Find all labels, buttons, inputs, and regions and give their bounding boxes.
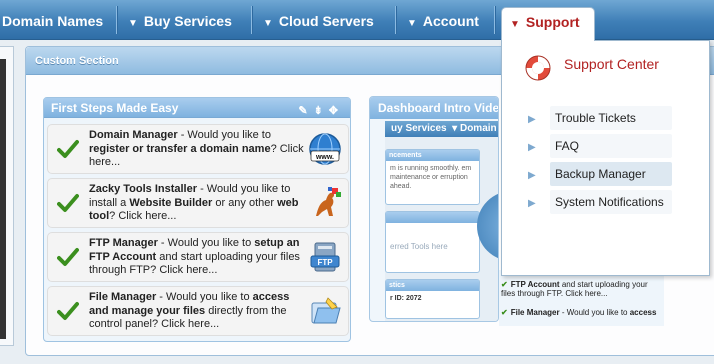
step-desc-mid: or any other (212, 196, 278, 209)
check-icon: ✔ (501, 280, 508, 289)
nav-cloud-servers[interactable]: ▼ Cloud Servers (263, 8, 374, 34)
nav-divider (395, 6, 396, 34)
mini-panel-text: erred Tools here (390, 242, 448, 251)
first-steps-panel: First Steps Made Easy ✎⇟✥ Domain Manager… (43, 97, 351, 342)
step-desc: - Would you like to (177, 129, 271, 141)
mini-nav: uy Services ▾ Domain (385, 121, 498, 137)
menu-item-trouble-tickets[interactable]: ▶ Trouble Tickets (528, 106, 673, 130)
mini-nav-label: uy Services (391, 123, 447, 134)
mini-panel-text: r ID: 2072 (390, 295, 422, 302)
lifebuoy-icon (525, 55, 551, 81)
support-center-link[interactable]: Support Center (564, 56, 659, 72)
step-name: FTP Manager (89, 237, 158, 249)
first-steps-title: First Steps Made Easy (51, 101, 179, 115)
step-domain-manager[interactable]: Domain Manager - Would you like to regis… (47, 124, 349, 174)
nav-domain-names[interactable]: Domain Names (2, 8, 103, 34)
triangle-right-icon: ▶ (528, 142, 536, 153)
ftp-server-icon: FTP (310, 242, 340, 272)
step-text: Domain Manager - Would you like to regis… (89, 129, 309, 170)
preview-highlight-2: access (629, 308, 657, 317)
menu-item-label: Trouble Tickets (550, 106, 672, 130)
nav-buy-services-label: Buy Services (143, 13, 232, 29)
video-thumbnail[interactable]: uy Services ▾ Domain ncements m is runni… (385, 121, 498, 321)
step-desc-end: ? Click here... (109, 210, 177, 222)
check-icon (57, 302, 79, 320)
menu-item-system-notifications[interactable]: ▶ System Notifications (528, 190, 673, 214)
preview-highlight: FTP Account (510, 280, 560, 289)
triangle-right-icon: ▶ (528, 198, 536, 209)
play-button-icon[interactable] (477, 191, 498, 261)
chevron-down-icon: ▼ (510, 19, 520, 30)
mini-announcements-panel: ncements m is running smoothly. em maint… (385, 149, 480, 205)
move-icon[interactable]: ✥ (329, 105, 344, 117)
panel-tools: ✎⇟✥ (298, 101, 344, 121)
nav-support-label: Support (525, 14, 580, 30)
svg-text:www.: www. (315, 154, 334, 161)
menu-item-backup-manager[interactable]: ▶ Backup Manager (528, 162, 673, 186)
mini-stats-panel: stics r ID: 2072 (385, 279, 480, 319)
top-navigation: Domain Names ▼ Buy Services ▼ Cloud Server… (0, 0, 714, 40)
nav-divider (116, 6, 117, 34)
left-partial-panel (0, 46, 14, 346)
svg-text:FTP: FTP (317, 258, 333, 267)
chevron-down-icon: ▼ (128, 18, 138, 29)
step-text: Zacky Tools Installer - Would you like t… (89, 183, 309, 224)
nav-divider (494, 6, 495, 34)
step-name: File Manager (89, 291, 157, 303)
left-partial-image (0, 59, 6, 339)
check-icon (57, 248, 79, 266)
nav-divider (251, 6, 252, 34)
mini-tools-panel: erred Tools here (385, 211, 480, 273)
step-highlight: Website Builder (129, 196, 213, 209)
step-text: File Manager - Would you like to access … (89, 291, 309, 332)
dashboard-video-panel: Dashboard Intro Video uy Services ▾ Doma… (369, 96, 499, 322)
check-icon (57, 140, 79, 158)
nav-cloud-servers-label: Cloud Servers (278, 13, 374, 29)
step-highlight: register or transfer a domain name (89, 142, 271, 155)
step-file-manager[interactable]: File Manager - Would you like to access … (47, 286, 349, 336)
triangle-right-icon: ▶ (528, 170, 536, 181)
underlying-steps-preview: ✔ FTP Account and start uploading your fi… (499, 270, 664, 326)
first-steps-header: First Steps Made Easy ✎⇟✥ (44, 98, 350, 118)
preview-text: - Would you like to (559, 308, 630, 317)
menu-item-label: Backup Manager (550, 162, 672, 186)
nav-account[interactable]: ▼ Account (407, 8, 479, 34)
dropdown-border (595, 40, 710, 41)
preview-highlight: File Manager (510, 308, 560, 317)
dashboard-video-header: Dashboard Intro Video (370, 97, 498, 119)
chevron-down-icon: ▼ (407, 18, 417, 29)
support-dropdown-menu: Support Center ▶ Trouble Tickets ▶ FAQ ▶ Ba… (501, 40, 710, 276)
step-zacky-tools-installer[interactable]: Zacky Tools Installer - Would you like t… (47, 178, 349, 228)
step-ftp-manager[interactable]: FTP Manager - Would you like to setup an… (47, 232, 349, 282)
file-manager-icon (311, 297, 341, 324)
step-desc: - Would you like to (157, 237, 255, 249)
kangaroo-icon (316, 187, 341, 216)
nav-support[interactable]: ▼ Support (501, 7, 595, 41)
step-text: FTP Manager - Would you like to setup an… (89, 237, 309, 278)
triangle-right-icon: ▶ (528, 114, 536, 125)
www-globe-icon: www. (309, 133, 341, 165)
menu-item-faq[interactable]: ▶ FAQ (528, 134, 673, 158)
check-icon: ✔ (501, 308, 508, 317)
mini-panel-title: ncements (386, 150, 479, 161)
wrench-icon[interactable]: ✎ (298, 105, 313, 117)
nav-domain-names-label: Domain Names (2, 13, 104, 29)
menu-item-label: System Notifications (550, 190, 672, 214)
preview-item: ✔ File Manager - Would you like to access (501, 308, 661, 317)
nav-buy-services[interactable]: ▼ Buy Services (128, 8, 232, 34)
mini-panel-text: m is running smoothly. em maintenance or… (390, 165, 472, 190)
preview-item: ✔ FTP Account and start uploading your fi… (501, 280, 661, 298)
menu-item-label: FAQ (550, 134, 672, 158)
mini-panel-title (386, 212, 479, 223)
step-desc: - Would you like to (156, 291, 253, 303)
step-name: Zacky Tools Installer (89, 183, 198, 195)
check-icon (57, 194, 79, 212)
step-name: Domain Manager (89, 129, 178, 141)
mini-panel-title: stics (386, 280, 479, 291)
minimize-icon[interactable]: ⇟ (314, 105, 329, 117)
nav-account-label: Account (422, 13, 479, 29)
chevron-down-icon: ▼ (263, 18, 273, 29)
mini-nav-label-2: Domain (459, 123, 497, 134)
